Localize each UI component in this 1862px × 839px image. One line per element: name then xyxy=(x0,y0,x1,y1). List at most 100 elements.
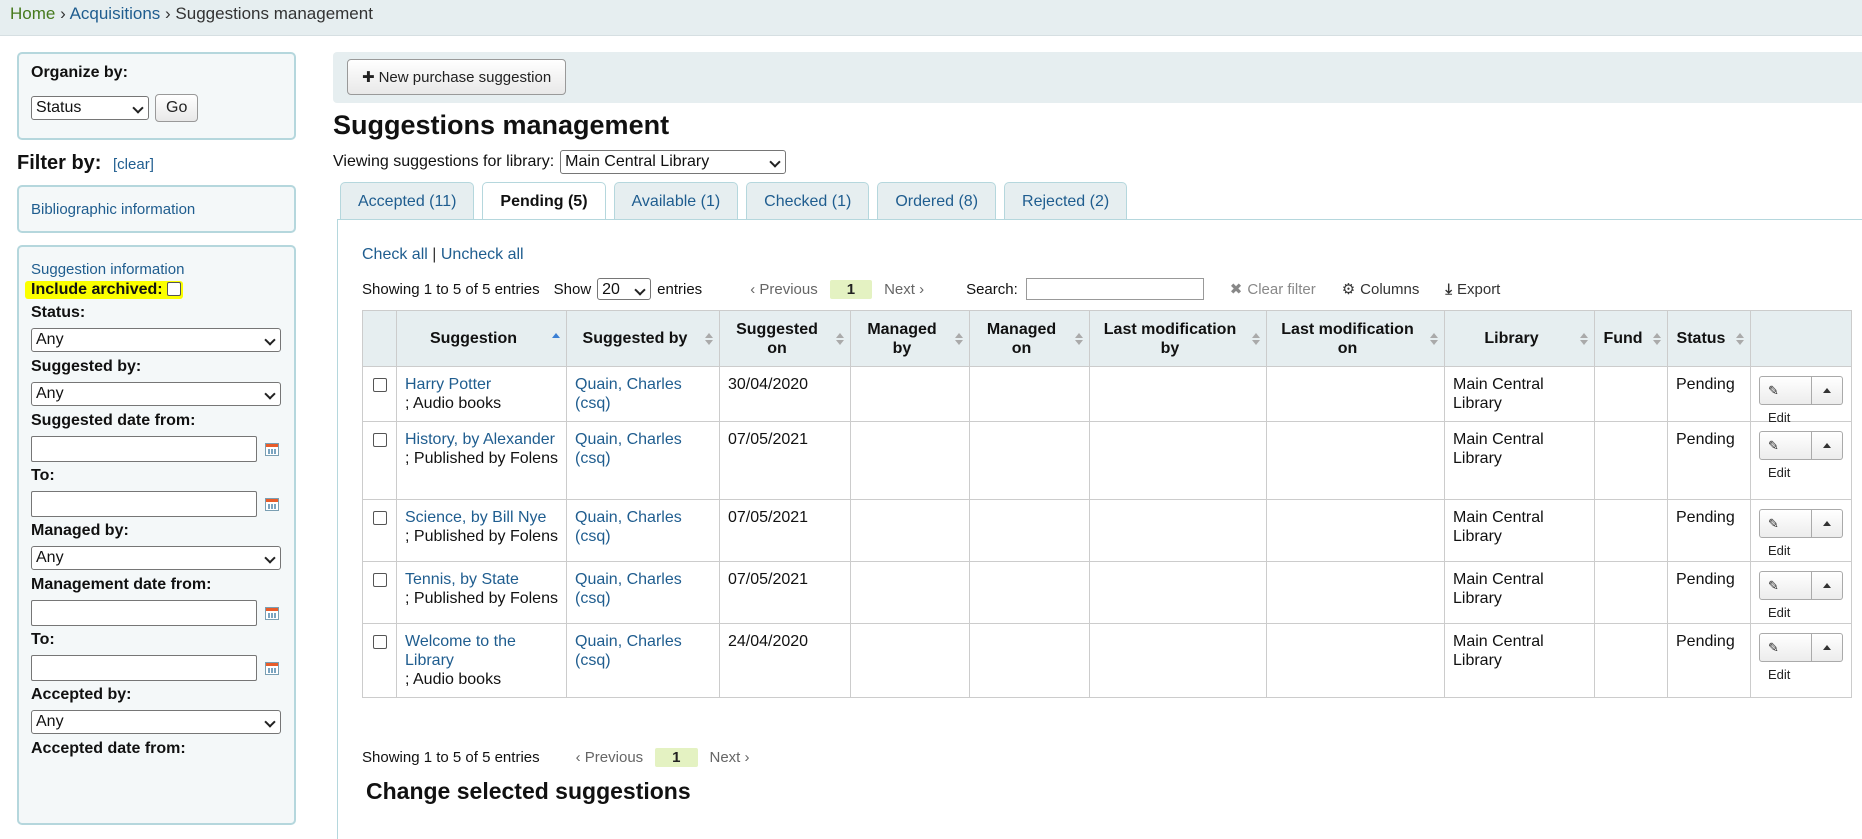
header-library[interactable]: Library xyxy=(1444,310,1595,367)
previous-label: Previous xyxy=(584,749,644,766)
edit-label: Edit xyxy=(1768,465,1791,480)
tab-checked[interactable]: Checked (1) xyxy=(746,182,870,220)
gear-icon: ⚙ xyxy=(1341,281,1356,298)
breadcrumb-acquisitions-link[interactable]: Acquisitions xyxy=(70,4,161,23)
suggested-date-from-label: Suggested date from: xyxy=(31,412,196,429)
row-checkbox[interactable] xyxy=(372,635,387,649)
page-length-select[interactable]: 20 xyxy=(597,278,652,300)
header-suggested-by[interactable]: Suggested by xyxy=(566,310,720,367)
suggestion-title-link[interactable]: Science, by Bill Nye xyxy=(405,509,546,526)
search-input[interactable] xyxy=(1025,278,1204,300)
header-managed-on[interactable]: Managed on xyxy=(969,310,1090,367)
suggested-on-cell: 07/05/2021 xyxy=(719,421,851,500)
tab-pending[interactable]: Pending (5) xyxy=(482,182,606,222)
page-button-current[interactable]: 1 xyxy=(655,748,698,767)
header-select xyxy=(362,310,397,367)
suggested-date-from-input[interactable] xyxy=(31,436,257,462)
more-actions-button[interactable] xyxy=(1811,376,1843,405)
caret-up-icon xyxy=(1822,388,1831,393)
go-button[interactable]: Go xyxy=(155,94,199,122)
calendar-icon[interactable] xyxy=(265,442,279,456)
tab-rejected[interactable]: Rejected (2) xyxy=(1004,182,1128,220)
tab-ordered[interactable]: Ordered (8) xyxy=(877,182,997,220)
breadcrumb-home-link[interactable]: Home xyxy=(10,4,55,23)
clear-filter-button[interactable]: ✖ Clear filter xyxy=(1229,280,1316,299)
more-actions-button[interactable] xyxy=(1811,509,1843,538)
check-all-link[interactable]: Check all xyxy=(362,246,428,263)
separator: | xyxy=(432,246,437,263)
header-last-modification-by[interactable]: Last modification by xyxy=(1089,310,1267,367)
managed-by-select[interactable]: Any xyxy=(31,546,281,570)
patron-link[interactable]: Quain, Charles (csq) xyxy=(575,509,682,545)
patron-link[interactable]: Quain, Charles (csq) xyxy=(575,431,682,467)
more-actions-button[interactable] xyxy=(1811,633,1843,662)
calendar-icon[interactable] xyxy=(265,606,279,620)
caret-up-icon xyxy=(1822,443,1831,448)
organize-label: Organize by: xyxy=(31,64,128,81)
management-date-to-input[interactable] xyxy=(31,655,257,681)
tab-available[interactable]: Available (1) xyxy=(613,182,739,220)
header-status[interactable]: Status xyxy=(1667,310,1751,367)
close-icon: ✖ xyxy=(1229,281,1243,298)
header-managed-by[interactable]: Managed by xyxy=(850,310,970,367)
suggested-date-to-input[interactable] xyxy=(31,491,257,517)
edit-button[interactable]: ✎ Edit xyxy=(1759,571,1812,620)
library-select[interactable]: Main Central Library xyxy=(560,150,787,174)
suggested-by-cell: Quain, Charles (csq) xyxy=(566,499,720,562)
previous-button[interactable]: ‹ Previous xyxy=(576,749,644,766)
library-cell: Main Central Library xyxy=(1444,623,1595,698)
suggestion-title-link[interactable]: Harry Potter xyxy=(405,376,491,393)
row-checkbox[interactable] xyxy=(372,573,387,587)
last-modification-by-cell xyxy=(1089,421,1267,500)
bibliographic-info-link[interactable]: Bibliographic information xyxy=(31,201,195,218)
sort-icon xyxy=(1653,332,1661,345)
columns-button[interactable]: ⚙ Columns xyxy=(1341,280,1420,299)
previous-button[interactable]: ‹ Previous xyxy=(750,281,818,298)
export-button[interactable]: ⤓ Export xyxy=(1445,281,1500,298)
caret-up-icon xyxy=(1822,645,1831,650)
page-button-current[interactable]: 1 xyxy=(829,279,873,299)
patron-link[interactable]: Quain, Charles (csq) xyxy=(575,376,682,412)
row-checkbox[interactable] xyxy=(372,511,387,525)
include-archived-checkbox[interactable] xyxy=(166,282,181,296)
tab-accepted[interactable]: Accepted (11) xyxy=(340,182,475,220)
management-date-from-input[interactable] xyxy=(31,600,257,626)
row-checkbox[interactable] xyxy=(372,378,387,392)
clear-filters-link[interactable]: [clear] xyxy=(113,156,154,173)
accepted-by-select[interactable]: Any xyxy=(31,710,281,734)
entries-label: entries xyxy=(657,280,703,298)
edit-button[interactable]: ✎ Edit xyxy=(1759,509,1812,558)
next-label: Next xyxy=(709,749,741,766)
edit-button[interactable]: ✎ Edit xyxy=(1759,633,1812,682)
header-last-modification-on[interactable]: Last modification on xyxy=(1266,310,1445,367)
patron-link[interactable]: Quain, Charles (csq) xyxy=(575,571,682,607)
row-checkbox[interactable] xyxy=(372,433,387,447)
header-suggestion[interactable]: Suggestion xyxy=(396,310,567,367)
status-select[interactable]: Any xyxy=(31,328,281,352)
patron-link[interactable]: Quain, Charles (csq) xyxy=(575,633,682,669)
status-cell: Pending xyxy=(1667,421,1751,500)
calendar-icon[interactable] xyxy=(265,661,279,675)
uncheck-all-link[interactable]: Uncheck all xyxy=(441,246,524,263)
suggestion-title-link[interactable]: History, by Alexander xyxy=(405,431,555,448)
suggestion-info-link[interactable]: Suggestion information xyxy=(31,261,282,278)
managed-on-cell xyxy=(969,366,1090,422)
header-label: Last modification by xyxy=(1103,320,1237,357)
pagination: ‹ Previous 1 Next › xyxy=(738,279,936,299)
new-purchase-suggestion-button[interactable]: ✚ New purchase suggestion xyxy=(347,59,567,95)
next-button[interactable]: Next › xyxy=(710,749,750,766)
header-suggested-on[interactable]: Suggested on xyxy=(719,310,851,367)
organize-select[interactable]: Status xyxy=(31,96,149,120)
header-fund[interactable]: Fund xyxy=(1594,310,1668,367)
calendar-icon[interactable] xyxy=(265,497,279,511)
edit-button[interactable]: ✎ Edit xyxy=(1759,376,1812,425)
library-cell: Main Central Library xyxy=(1444,561,1595,624)
suggestion-title-link[interactable]: Tennis, by State xyxy=(405,571,519,588)
suggested-by-select[interactable]: Any xyxy=(31,382,281,406)
more-actions-button[interactable] xyxy=(1811,571,1843,600)
edit-button[interactable]: ✎ Edit xyxy=(1759,431,1812,480)
status-tabs: Accepted (11) Pending (5) Available (1) … xyxy=(340,182,1135,222)
next-button[interactable]: Next › xyxy=(884,281,924,298)
suggestion-title-link[interactable]: Welcome to the Library xyxy=(405,633,516,669)
more-actions-button[interactable] xyxy=(1811,431,1843,460)
